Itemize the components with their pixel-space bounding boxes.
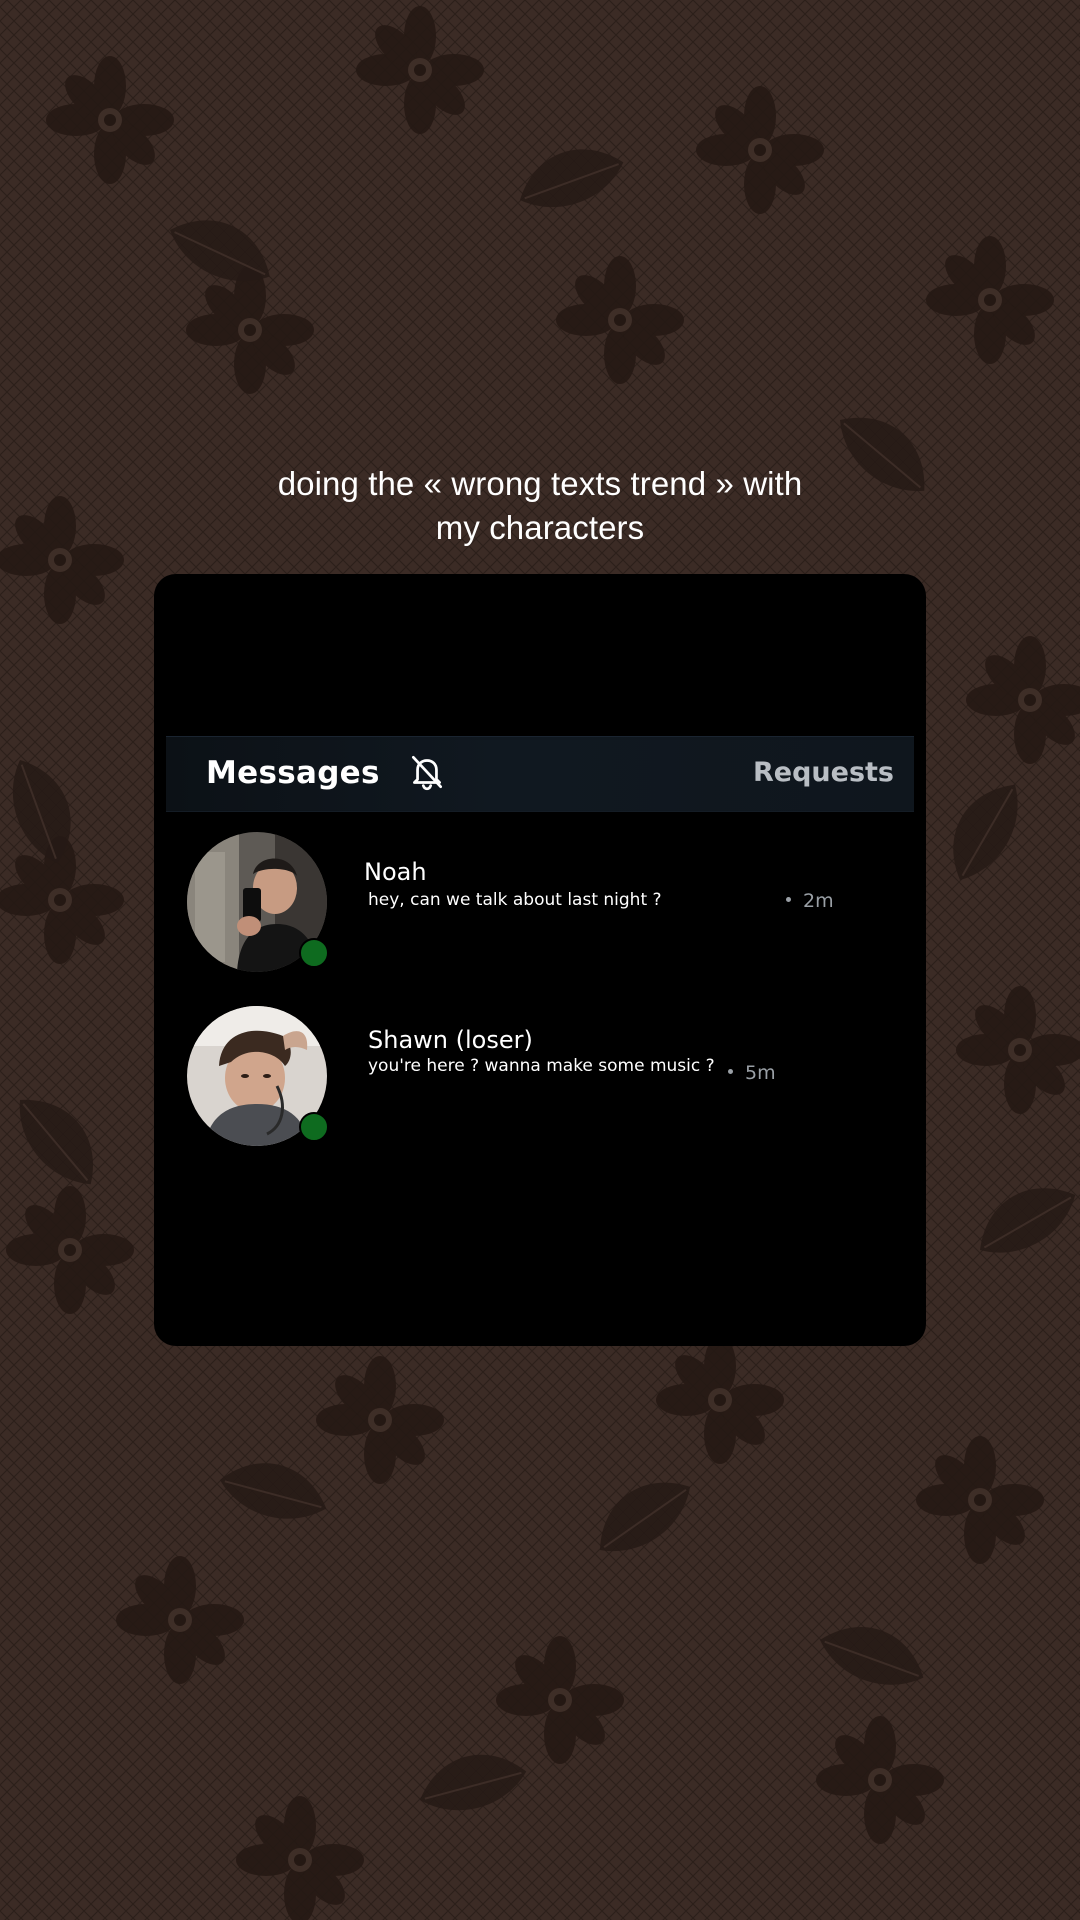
- conversation-name: Shawn (loser): [368, 1026, 533, 1054]
- caption-line-2: my characters: [435, 509, 645, 546]
- online-status-dot: [299, 938, 329, 968]
- online-status-dot: [299, 1112, 329, 1142]
- conversation-row[interactable]: Shawn (loser) you're here ? wanna make s…: [154, 1006, 926, 1156]
- conversation-time-value: 5m: [745, 1062, 776, 1084]
- conversation-preview: you're here ? wanna make some music ?: [368, 1056, 715, 1076]
- messages-title: Messages: [206, 755, 380, 791]
- messages-screen: Messages Requests Noah hey, can we talk …: [154, 574, 926, 1346]
- conversation-preview: hey, can we talk about last night ?: [368, 890, 662, 910]
- bell-slash-icon[interactable]: [406, 751, 448, 793]
- conversation-name: Noah: [364, 858, 427, 886]
- video-caption: doing the « wrong texts trend » with my …: [140, 462, 940, 550]
- conversation-time: 2m: [786, 890, 834, 912]
- conversation-row[interactable]: Noah hey, can we talk about last night ?…: [154, 832, 926, 982]
- messages-header: Messages Requests: [166, 736, 914, 812]
- conversation-time-value: 2m: [803, 890, 834, 912]
- requests-button[interactable]: Requests: [753, 757, 894, 788]
- conversation-time: 5m: [728, 1062, 776, 1084]
- caption-line-1: doing the « wrong texts trend » with: [277, 465, 803, 502]
- separator-dot: [728, 1069, 733, 1074]
- separator-dot: [786, 897, 791, 902]
